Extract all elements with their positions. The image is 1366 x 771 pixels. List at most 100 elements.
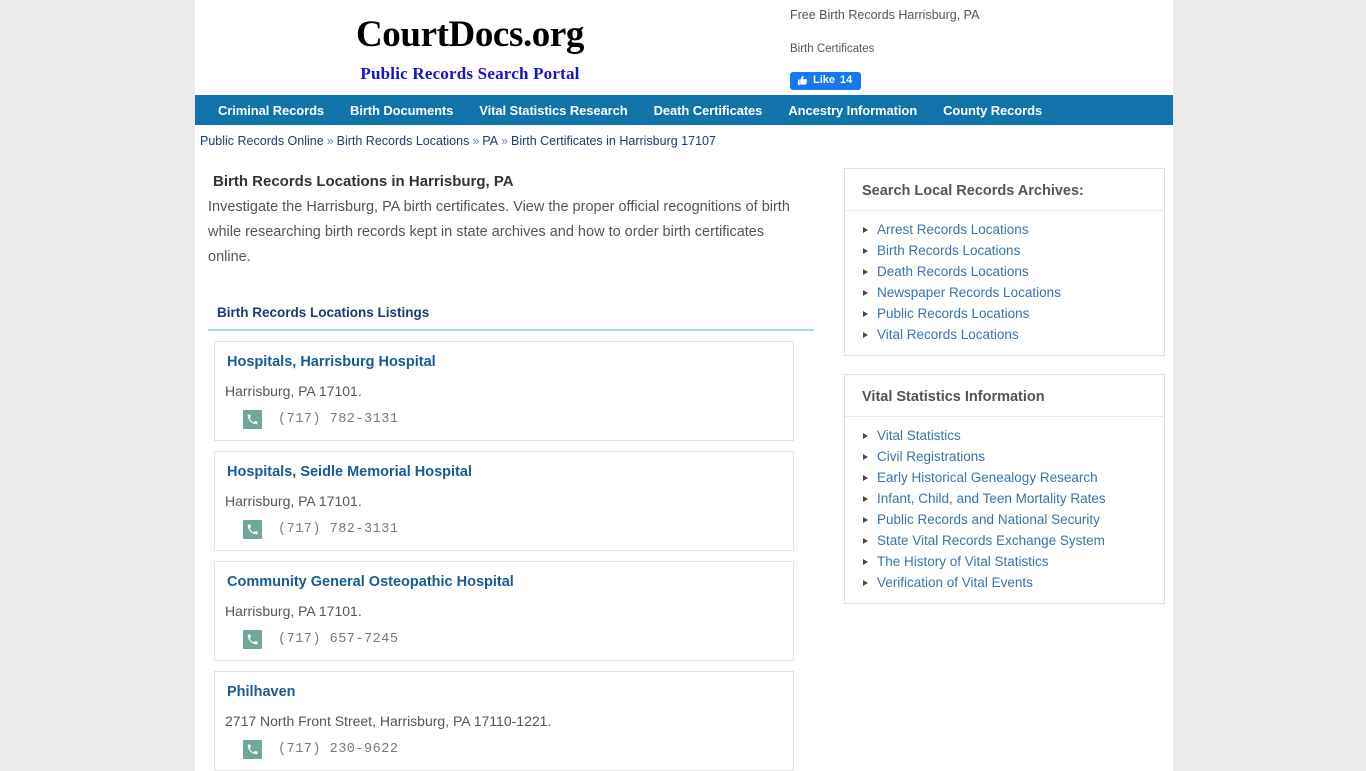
listing-phone-row: (717) 782-3131 xyxy=(243,409,793,429)
phone-icon xyxy=(243,629,262,649)
triangle-bullet-icon xyxy=(863,537,868,544)
listing-address: Harrisburg, PA 17101. xyxy=(225,382,362,399)
phone-icon xyxy=(243,739,262,759)
listings-container: Hospitals, Harrisburg Hospital Harrisburg… xyxy=(208,340,840,771)
sidebar-list-item: Newspaper Records Locations xyxy=(845,282,1164,303)
sidebar-list-item: Birth Records Locations xyxy=(845,240,1164,261)
sidebar-list-item: Public Records Locations xyxy=(845,303,1164,324)
page-container: CourtDocs.org Public Records Search Port… xyxy=(195,0,1173,771)
sidebar-link-vital-records-locations[interactable]: Vital Records Locations xyxy=(877,327,1019,342)
triangle-bullet-icon xyxy=(863,579,868,586)
nav-item-criminal-records[interactable]: Criminal Records xyxy=(205,103,337,118)
listing-phone-number: (717) 782-3131 xyxy=(278,521,399,537)
listing-title-link[interactable]: Hospitals, Seidle Memorial Hospital xyxy=(227,464,472,480)
breadcrumb-separator: » xyxy=(472,134,480,148)
breadcrumb-item-0[interactable]: Public Records Online xyxy=(200,134,324,148)
listing-phone-number: (717) 657-7245 xyxy=(278,631,399,647)
sidebar-link-verification-of-vital-events[interactable]: Verification of Vital Events xyxy=(877,575,1033,590)
header-tagline-primary: Free Birth Records Harrisburg, PA xyxy=(790,8,980,22)
triangle-bullet-icon xyxy=(863,289,868,296)
sidebar-list-item: Verification of Vital Events xyxy=(845,572,1164,593)
listing-title-link[interactable]: Hospitals, Harrisburg Hospital xyxy=(227,354,436,370)
breadcrumb: Public Records Online» Birth Records Loca… xyxy=(195,125,1173,154)
triangle-bullet-icon xyxy=(863,558,868,565)
breadcrumb-item-3: Birth Certificates in Harrisburg 17107 xyxy=(510,134,716,148)
listing-card: Community General Osteopathic Hospital Ha… xyxy=(214,560,794,661)
facebook-like-label: Like xyxy=(813,73,836,86)
listing-title-link[interactable]: Community General Osteopathic Hospital xyxy=(227,574,514,590)
logo-title: CourtDocs.org xyxy=(355,14,585,55)
sidebar-link-infant-child-and-teen-mortality-rates[interactable]: Infant, Child, and Teen Mortality Rates xyxy=(877,491,1106,506)
triangle-bullet-icon xyxy=(863,268,868,275)
sidebar-link-list: Arrest Records Locations Birth Records Lo… xyxy=(845,211,1164,355)
sidebar-list-item: Vital Statistics xyxy=(845,425,1164,446)
listing-phone-number: (717) 230-9622 xyxy=(278,741,399,757)
sidebar-link-arrest-records-locations[interactable]: Arrest Records Locations xyxy=(877,222,1029,237)
sidebar-link-public-records-locations[interactable]: Public Records Locations xyxy=(877,306,1029,321)
listing-address: Harrisburg, PA 17101. xyxy=(225,492,362,509)
sidebar-link-list: Vital Statistics Civil Registrations Early… xyxy=(845,417,1164,603)
sidebar-link-birth-records-locations[interactable]: Birth Records Locations xyxy=(877,243,1020,258)
listings-section-header: Birth Records Locations Listings xyxy=(208,304,814,331)
site-header: CourtDocs.org Public Records Search Port… xyxy=(195,0,1173,95)
breadcrumb-separator: » xyxy=(501,134,508,148)
sidebar-link-vital-statistics[interactable]: Vital Statistics xyxy=(877,428,961,443)
main-column: Birth Records Locations in Harrisburg, P… xyxy=(195,168,840,771)
sidebar-list-item: State Vital Records Exchange System xyxy=(845,530,1164,551)
sidebar-link-early-historical-genealogy-research[interactable]: Early Historical Genealogy Research xyxy=(877,470,1098,485)
nav-item-county-records[interactable]: County Records xyxy=(930,103,1055,118)
listing-card: Hospitals, Harrisburg Hospital Harrisburg… xyxy=(214,340,794,441)
nav-item-birth-documents[interactable]: Birth Documents xyxy=(337,103,466,118)
listing-title-link[interactable]: Philhaven xyxy=(227,684,296,700)
sidebar-list-item: Early Historical Genealogy Research xyxy=(845,467,1164,488)
sidebar-list-item: The History of Vital Statistics xyxy=(845,551,1164,572)
nav-item-vital-statistics-research[interactable]: Vital Statistics Research xyxy=(466,103,640,118)
listings-section-header-label: Birth Records Locations Listings xyxy=(217,304,430,320)
listing-card: Hospitals, Seidle Memorial Hospital Harri… xyxy=(214,450,794,551)
main-navigation: Criminal Records Birth Documents Vital Sta… xyxy=(195,95,1173,125)
sidebar-link-death-records-locations[interactable]: Death Records Locations xyxy=(877,264,1029,279)
nav-item-ancestry-information[interactable]: Ancestry Information xyxy=(775,103,930,118)
sidebar: Search Local Records Archives: Arrest Rec… xyxy=(840,168,1169,771)
listing-card: Philhaven 2717 North Front Street, Harris… xyxy=(214,670,794,771)
listing-phone-row: (717) 657-7245 xyxy=(243,629,793,649)
breadcrumb-separator: » xyxy=(326,134,334,148)
triangle-bullet-icon xyxy=(863,247,868,254)
triangle-bullet-icon xyxy=(863,495,868,502)
listing-phone-row: (717) 230-9622 xyxy=(243,739,793,759)
sidebar-box-title: Vital Statistics Information xyxy=(845,375,1164,417)
sidebar-link-newspaper-records-locations[interactable]: Newspaper Records Locations xyxy=(877,285,1061,300)
sidebar-list-item: Vital Records Locations xyxy=(845,324,1164,345)
content-area: Birth Records Locations in Harrisburg, P… xyxy=(195,154,1173,771)
listing-phone-number: (717) 782-3131 xyxy=(278,411,399,427)
sidebar-box: Vital Statistics Information Vital Statis… xyxy=(844,374,1165,604)
listing-address: 2717 North Front Street, Harrisburg, PA … xyxy=(225,712,552,729)
triangle-bullet-icon xyxy=(863,453,868,460)
sidebar-link-state-vital-records-exchange-system[interactable]: State Vital Records Exchange System xyxy=(877,533,1105,548)
sidebar-link-civil-registrations[interactable]: Civil Registrations xyxy=(877,449,985,464)
thumbs-up-icon xyxy=(797,75,808,86)
triangle-bullet-icon xyxy=(863,226,868,233)
logo-tagline: Public Records Search Portal xyxy=(360,63,580,83)
phone-icon xyxy=(243,409,262,429)
phone-icon xyxy=(243,519,262,539)
sidebar-list-item: Infant, Child, and Teen Mortality Rates xyxy=(845,488,1164,509)
sidebar-list-item: Death Records Locations xyxy=(845,261,1164,282)
listing-address: Harrisburg, PA 17101. xyxy=(225,602,362,619)
triangle-bullet-icon xyxy=(863,474,868,481)
sidebar-list-item: Civil Registrations xyxy=(845,446,1164,467)
sidebar-link-public-records-and-national-security[interactable]: Public Records and National Security xyxy=(877,512,1100,527)
breadcrumb-item-1[interactable]: Birth Records Locations xyxy=(337,134,470,148)
sidebar-link-the-history-of-vital-statistics[interactable]: The History of Vital Statistics xyxy=(877,554,1049,569)
facebook-like-button[interactable]: Like 14 xyxy=(790,71,862,90)
page-title: Birth Records Locations in Harrisburg, P… xyxy=(213,173,514,190)
triangle-bullet-icon xyxy=(863,310,868,317)
breadcrumb-item-2[interactable]: PA xyxy=(482,134,498,148)
sidebar-list-item: Arrest Records Locations xyxy=(845,219,1164,240)
nav-item-death-certificates[interactable]: Death Certificates xyxy=(641,103,776,118)
header-tagline-secondary: Birth Certificates xyxy=(790,43,875,55)
sidebar-list-item: Public Records and National Security xyxy=(845,509,1164,530)
facebook-like-count: 14 xyxy=(840,73,853,86)
sidebar-box: Search Local Records Archives: Arrest Rec… xyxy=(844,168,1165,356)
site-logo[interactable]: CourtDocs.org Public Records Search Port… xyxy=(235,14,705,84)
